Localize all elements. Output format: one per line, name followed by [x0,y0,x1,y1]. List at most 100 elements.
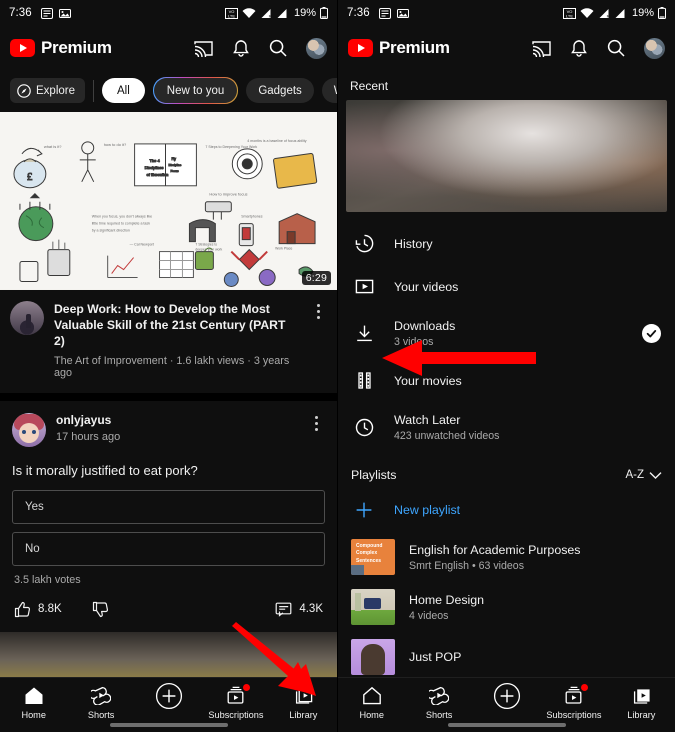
youtube-play-icon [10,39,35,57]
video-thumbnail[interactable]: £ The 4 Disciplines of Execution Fly Dis… [0,112,337,290]
library-item-label: Your videos [394,279,459,294]
left-phone-panel: 7:36 VO LTE R 19% Premium Explore All Ne… [0,0,338,732]
svg-text:R: R [607,13,610,18]
svg-text:by a significant direction: by a significant direction [92,229,130,233]
channel-avatar[interactable] [10,301,44,335]
library-item-sublabel: 3 videos [394,336,434,348]
chip-watchmojo[interactable]: WatchMojo [321,78,337,103]
youtube-premium-logo[interactable]: Premium [10,38,112,58]
library-item-your-movies[interactable]: Your movies [338,359,675,402]
right-bottom-nav[interactable]: Home Shorts Subscriptions Library [338,677,675,732]
playlist-item[interactable]: Home Design 4 videos [338,582,675,632]
avatar[interactable] [644,37,665,59]
playlist-thumb-text: Compound Complex Sentences [356,543,383,564]
subscriptions-icon [563,684,589,706]
youtube-header: Premium [338,26,675,70]
library-item-label: History [394,236,433,251]
nav-subscriptions[interactable]: Subscriptions [540,684,607,720]
cast-icon[interactable] [194,40,213,57]
home-icon [24,685,44,706]
playlists-header: Playlists A-Z [338,457,675,488]
nav-label: Home [359,710,384,720]
post-author-avatar[interactable] [12,412,46,447]
youtube-premium-logo[interactable]: Premium [348,38,450,58]
playlist-item[interactable]: Just POP [338,632,675,682]
library-item-downloads[interactable]: Downloads 3 videos [338,308,675,359]
library-item-history[interactable]: History [338,222,675,265]
battery-percent: 19% [293,7,316,19]
chip-gadgets[interactable]: Gadgets [246,78,314,103]
recent-section-label: Recent [350,79,389,93]
svg-text:deepen your work: deepen your work [195,248,222,252]
right-phone-panel: 7:36 VO LTE R 19% Premium Recent History… [338,0,675,732]
chip-new-to-you[interactable]: New to you [152,77,239,104]
search-icon[interactable] [269,39,287,57]
post-more-button[interactable] [307,413,325,431]
library-item-watch-later[interactable]: Watch Later 423 unwatched videos [338,402,675,453]
comments-button[interactable]: 4.3K [275,601,323,618]
playlist-name: Just POP [409,650,462,664]
sort-label: A-Z [625,469,644,481]
left-bottom-nav[interactable]: Home Shorts Subscriptions Library [0,677,337,732]
library-item-your-videos[interactable]: Your videos [338,265,675,308]
nav-home[interactable]: Home [338,685,405,720]
video-title: Deep Work: How to Develop the Most Valua… [54,302,286,349]
like-button[interactable]: 8.8K [14,601,62,618]
chip-all[interactable]: All [102,78,145,103]
search-icon[interactable] [607,39,625,57]
playlists-sort-button[interactable]: A-Z [625,469,662,481]
avatar[interactable] [306,37,327,59]
home-indicator [109,723,228,727]
svg-text:Focus: Focus [170,169,179,173]
poll-option-no[interactable]: No [12,531,325,566]
cast-icon[interactable] [532,40,551,57]
create-icon [493,682,521,709]
svg-text:The 4: The 4 [150,158,161,163]
library-item-label: Your movies [394,373,462,388]
chevron-down-icon [649,471,662,479]
post-author-name[interactable]: onlyjayus [56,413,297,427]
battery-icon [320,7,328,19]
clock-icon [352,417,376,438]
svg-text:7 Steps to Deepening Your Work: 7 Steps to Deepening Your Work [205,145,257,149]
nav-library[interactable]: Library [608,685,675,720]
nav-shorts[interactable]: Shorts [67,685,134,720]
nav-label: Subscriptions [546,710,602,720]
new-playlist-button[interactable]: New playlist [338,488,675,532]
bell-icon[interactable] [570,39,588,58]
youtube-header: Premium [0,26,337,70]
svg-text:of Execution: of Execution [147,172,169,177]
playlist-item[interactable]: Compound Complex Sentences English for Aca… [338,532,675,582]
chip-divider [93,79,94,102]
engagement-row: 8.8K 4.3K [12,588,325,632]
bell-icon[interactable] [232,39,250,58]
playlist-sub: Smrt English • 63 videos [409,559,524,572]
image-icon [396,8,409,19]
svg-text:Smartphones: Smartphones [241,215,262,219]
filmstrip-icon [352,370,376,391]
video-duration: 6:29 [301,271,331,285]
section-divider [0,392,337,401]
chip-explore[interactable]: Explore [10,78,85,103]
nav-shorts[interactable]: Shorts [405,685,472,720]
filter-chip-row[interactable]: Explore All New to you Gadgets WatchMojo [0,70,337,112]
library-icon [293,685,314,706]
nav-subscriptions[interactable]: Subscriptions [202,684,269,720]
screenshot-stage: 7:36 VO LTE R 19% Premium Explore All Ne… [0,0,675,732]
nav-home[interactable]: Home [0,685,67,720]
nav-library[interactable]: Library [270,685,337,720]
thumbs-down-icon [92,601,108,617]
playlists-title: Playlists [351,468,397,482]
dislike-button[interactable] [92,601,109,618]
community-post: onlyjayus 17 hours ago Is it morally jus… [0,401,337,632]
video-info-row[interactable]: Deep Work: How to Develop the Most Valua… [0,290,337,393]
new-playlist-label: New playlist [394,503,461,517]
video-more-button[interactable] [309,301,327,379]
nav-create[interactable] [135,682,202,709]
poll-option-yes[interactable]: Yes [12,489,325,524]
thumbs-up-icon [14,601,31,617]
library-item-label: Watch Later [394,413,461,427]
nav-create[interactable] [473,682,540,709]
shorts-icon [91,685,112,706]
recent-video-thumbnail[interactable] [346,100,667,212]
